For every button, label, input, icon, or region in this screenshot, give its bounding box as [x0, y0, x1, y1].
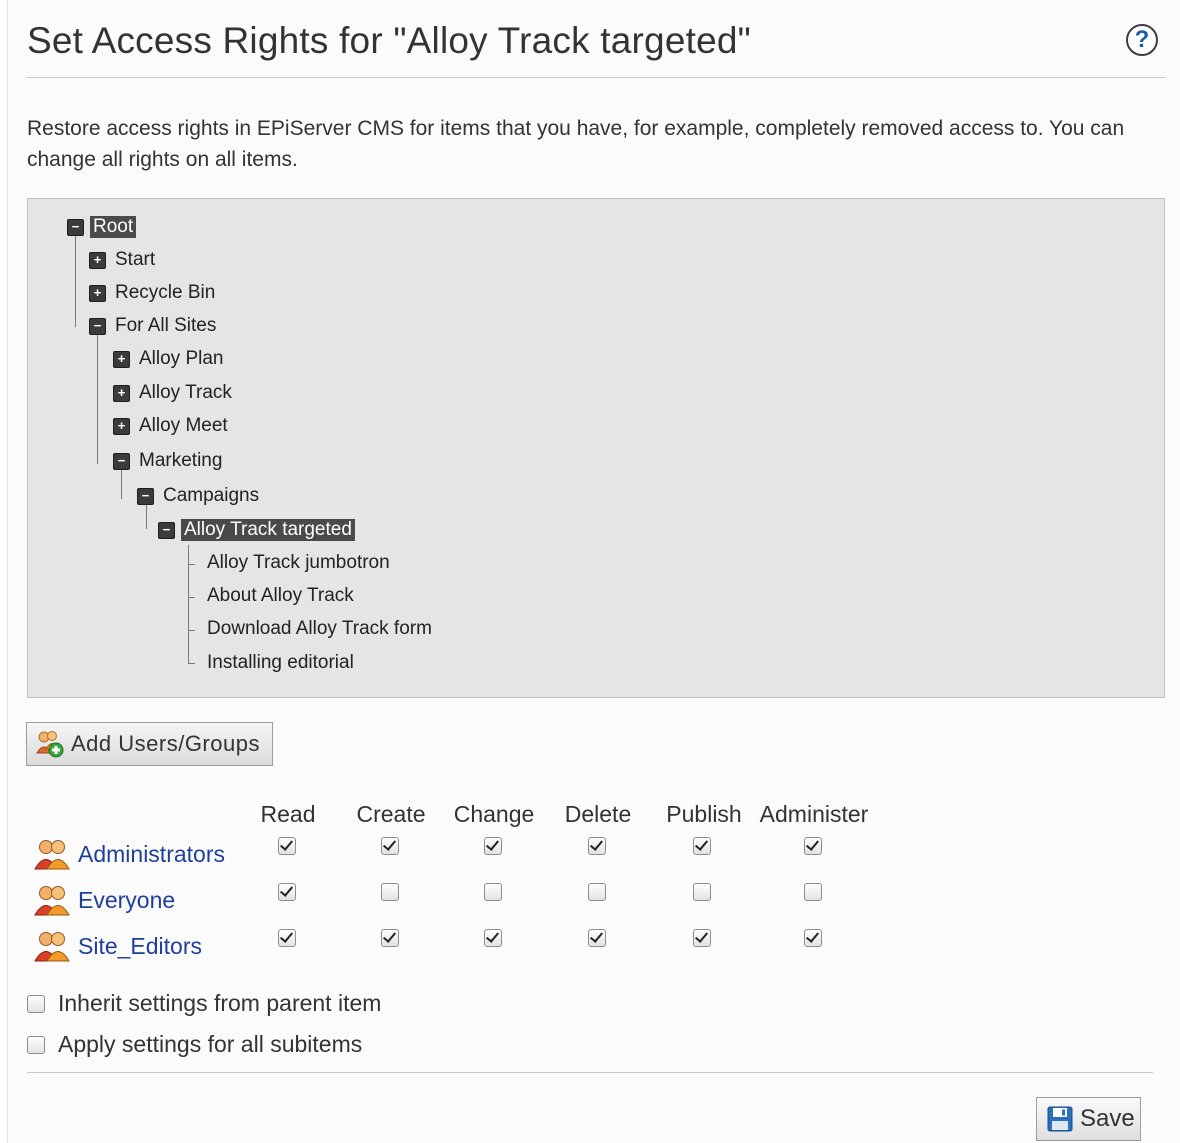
- permission-checkbox[interactable]: [804, 837, 822, 855]
- column-header-publish: Publish: [666, 801, 742, 827]
- tree-node-label[interactable]: Campaigns: [160, 485, 262, 507]
- tree-node-label[interactable]: Alloy Plan: [136, 348, 227, 370]
- tree-node-marketing[interactable]: − Marketing: [113, 449, 225, 473]
- expand-icon[interactable]: +: [113, 384, 130, 402]
- permission-checkbox[interactable]: [804, 883, 822, 901]
- tree-node-label[interactable]: Alloy Track jumbotron: [204, 552, 393, 574]
- footer-divider: [27, 1072, 1153, 1073]
- tree-leaf[interactable]: Alloy Track jumbotron: [204, 551, 393, 575]
- tree-node-recycle-bin[interactable]: + Recycle Bin: [89, 281, 218, 305]
- column-header-read: Read: [260, 801, 316, 827]
- add-users-groups-label: Add Users/Groups: [71, 731, 260, 756]
- inherit-settings-label: Inherit settings from parent item: [58, 990, 382, 1016]
- permission-checkbox[interactable]: [588, 883, 606, 901]
- tree-node-for-all-sites[interactable]: − For All Sites: [89, 314, 219, 338]
- permission-checkbox[interactable]: [693, 837, 711, 855]
- principal-link[interactable]: Administrators: [78, 841, 225, 868]
- tree-node-campaigns[interactable]: − Campaigns: [137, 484, 262, 508]
- user-group-icon: [34, 840, 70, 870]
- tree-connector: [188, 564, 195, 565]
- permission-checkbox[interactable]: [381, 929, 399, 947]
- column-header-administer: Administer: [759, 801, 869, 827]
- save-label: Save: [1080, 1105, 1135, 1132]
- permission-checkbox[interactable]: [588, 929, 606, 947]
- collapse-icon[interactable]: −: [113, 452, 130, 470]
- tree-node-label[interactable]: Alloy Track targeted: [181, 519, 355, 541]
- title-divider: [27, 77, 1165, 78]
- principal-row-everyone: Everyone: [34, 882, 175, 918]
- tree-node-label[interactable]: Root: [90, 216, 137, 238]
- tree-connector: [188, 663, 195, 664]
- save-disk-icon: [1047, 1106, 1073, 1132]
- permission-checkbox[interactable]: [484, 837, 502, 855]
- permission-checkbox[interactable]: [278, 929, 296, 947]
- permission-checkbox[interactable]: [804, 929, 822, 947]
- permission-checkbox[interactable]: [693, 883, 711, 901]
- expand-icon[interactable]: +: [89, 284, 106, 302]
- apply-subitems-option[interactable]: Apply settings for all subitems: [27, 1031, 362, 1058]
- apply-subitems-checkbox[interactable]: [27, 1035, 45, 1054]
- permission-checkbox[interactable]: [484, 929, 502, 947]
- permission-checkbox[interactable]: [381, 883, 399, 901]
- add-users-icon: [36, 731, 64, 758]
- tree-node-label[interactable]: Alloy Track: [136, 382, 235, 404]
- tree-connector: [188, 545, 189, 663]
- permission-checkbox[interactable]: [693, 929, 711, 947]
- inherit-settings-checkbox[interactable]: [27, 994, 45, 1013]
- description-text: Restore access rights in EPiServer CMS f…: [27, 117, 1125, 171]
- principal-link[interactable]: Everyone: [78, 887, 175, 914]
- tree-node-start[interactable]: + Start: [89, 248, 158, 272]
- permission-checkbox[interactable]: [381, 837, 399, 855]
- collapse-icon[interactable]: −: [137, 487, 154, 505]
- tree-leaf[interactable]: Installing editorial: [204, 651, 357, 675]
- save-button[interactable]: Save: [1036, 1097, 1141, 1141]
- column-header-change: Change: [453, 801, 535, 827]
- permission-checkbox[interactable]: [588, 837, 606, 855]
- tree-node-alloy-track[interactable]: + Alloy Track: [113, 381, 235, 405]
- permission-checkbox[interactable]: [278, 883, 296, 901]
- tree-node-label[interactable]: Alloy Meet: [136, 415, 231, 437]
- tree-node-label[interactable]: Download Alloy Track form: [204, 618, 435, 640]
- collapse-icon[interactable]: −: [67, 218, 84, 236]
- tree-connector: [188, 597, 195, 598]
- tree-connector: [97, 329, 98, 464]
- content-tree-panel: − Root + Start + Recycle Bin − For All S…: [27, 198, 1165, 698]
- column-header-delete: Delete: [564, 801, 632, 827]
- permission-checkbox[interactable]: [278, 837, 296, 855]
- tree-leaf[interactable]: Download Alloy Track form: [204, 617, 435, 641]
- tree-node-label[interactable]: Start: [112, 249, 158, 271]
- tree-node-label[interactable]: For All Sites: [112, 315, 219, 337]
- principal-link[interactable]: Site_Editors: [78, 933, 202, 960]
- apply-subitems-label: Apply settings for all subitems: [58, 1031, 363, 1057]
- tree-node-alloy-meet[interactable]: + Alloy Meet: [113, 414, 231, 438]
- collapse-icon[interactable]: −: [158, 521, 175, 539]
- tree-node-label[interactable]: About Alloy Track: [204, 585, 357, 607]
- expand-icon[interactable]: +: [113, 417, 130, 435]
- principal-row-administrators: Administrators: [34, 836, 225, 872]
- column-header-create: Create: [356, 801, 426, 827]
- collapse-icon[interactable]: −: [89, 317, 106, 335]
- tree-node-label[interactable]: Installing editorial: [204, 652, 357, 674]
- user-group-icon: [34, 932, 70, 962]
- tree-connector: [188, 630, 195, 631]
- tree-node-label[interactable]: Recycle Bin: [112, 282, 218, 304]
- tree-node-alloy-plan[interactable]: + Alloy Plan: [113, 347, 227, 371]
- inherit-settings-option[interactable]: Inherit settings from parent item: [27, 990, 381, 1017]
- tree-leaf[interactable]: About Alloy Track: [204, 584, 357, 608]
- tree-node-root[interactable]: − Root: [67, 215, 137, 239]
- principal-row-site-editors: Site_Editors: [34, 928, 202, 964]
- page-title: Set Access Rights for "Alloy Track targe…: [27, 20, 751, 61]
- user-group-icon: [34, 886, 70, 916]
- help-icon[interactable]: ?: [1126, 24, 1158, 56]
- tree-node-alloy-track-targeted[interactable]: − Alloy Track targeted: [158, 518, 355, 542]
- permission-checkbox[interactable]: [484, 883, 502, 901]
- expand-icon[interactable]: +: [89, 251, 106, 269]
- tree-node-label[interactable]: Marketing: [136, 450, 225, 472]
- add-users-groups-button[interactable]: Add Users/Groups: [26, 722, 273, 766]
- expand-icon[interactable]: +: [113, 350, 130, 368]
